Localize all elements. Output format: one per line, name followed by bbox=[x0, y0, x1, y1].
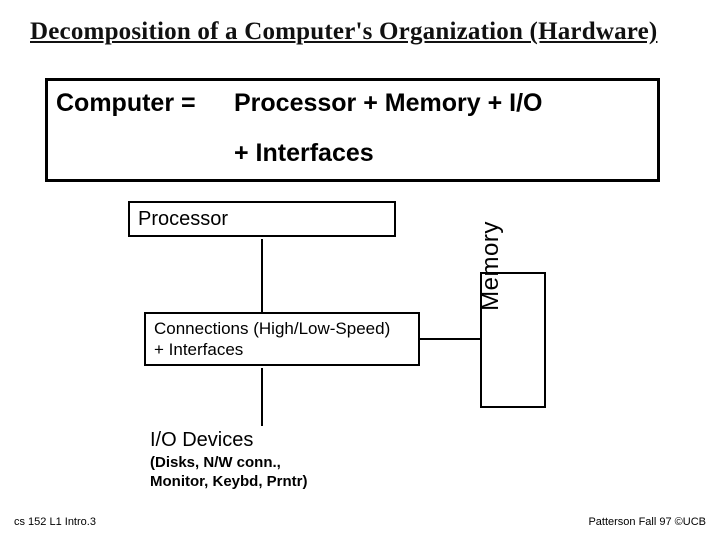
connections-box: Connections (High/Low-Speed) + Interface… bbox=[144, 312, 420, 366]
equation-rhs-line1: Processor + Memory + I/O bbox=[234, 89, 542, 118]
processor-label: Processor bbox=[138, 208, 228, 231]
io-devices-subtitle: (Disks, N/W conn., Monitor, Keybd, Prntr… bbox=[150, 454, 308, 492]
equation-lhs: Computer = bbox=[56, 89, 196, 118]
footer-left: cs 152 L1 Intro.3 bbox=[14, 516, 96, 528]
equation-box: Computer = Processor + Memory + I/O + In… bbox=[45, 78, 660, 182]
io-sub-line1: (Disks, N/W conn., bbox=[150, 454, 308, 473]
memory-label: Memory bbox=[477, 198, 505, 334]
slide-title: Decomposition of a Computer's Organizati… bbox=[30, 18, 690, 46]
connections-line2: + Interfaces bbox=[154, 339, 410, 360]
io-sub-line2: Monitor, Keybd, Prntr) bbox=[150, 473, 308, 492]
processor-box: Processor bbox=[128, 201, 396, 237]
connections-line1: Connections (High/Low-Speed) bbox=[154, 318, 410, 339]
connector-line-top bbox=[261, 239, 263, 312]
footer-right: Patterson Fall 97 ©UCB bbox=[588, 516, 706, 528]
connector-line-bottom bbox=[261, 368, 263, 426]
io-devices-title: I/O Devices bbox=[150, 429, 253, 452]
equation-rhs-line2: + Interfaces bbox=[234, 139, 374, 168]
connector-line-right bbox=[420, 338, 480, 340]
